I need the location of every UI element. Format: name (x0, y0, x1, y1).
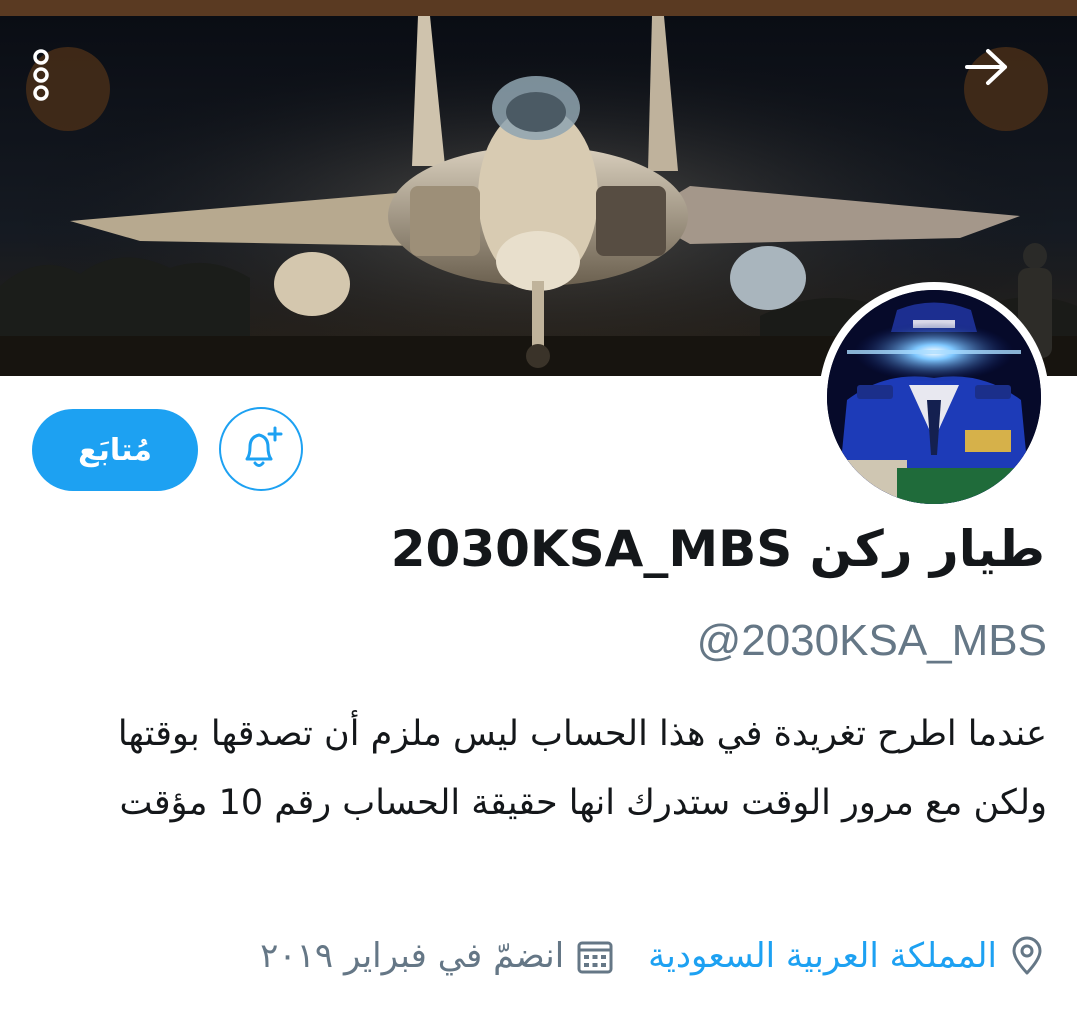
avatar-image (827, 290, 1041, 504)
display-name: طيار ركن 2030KSA_MBS (390, 520, 1045, 578)
arrow-right-icon (965, 49, 1007, 85)
notifications-button[interactable] (219, 407, 303, 491)
joined-date: انضمّ في فبراير ٢٠١٩ (260, 936, 565, 976)
handle: @2030KSA_MBS (696, 616, 1047, 665)
location-link[interactable]: المملكة العربية السعودية (648, 936, 997, 976)
top-strip (0, 0, 1077, 16)
more-options-button[interactable] (26, 47, 110, 131)
profile-meta: المملكة العربية السعودية انضمّ في فبراير… (260, 936, 1045, 976)
back-button[interactable] (964, 47, 1048, 131)
bio: عندما اطرح تغريدة في هذا الحساب ليس ملزم… (117, 714, 1047, 823)
more-vertical-icon (33, 49, 49, 101)
following-button[interactable]: مُتابَع (32, 409, 198, 491)
avatar[interactable] (819, 282, 1049, 512)
bell-plus-icon (245, 426, 283, 467)
calendar-icon (576, 937, 614, 975)
location-pin-icon (1009, 936, 1045, 976)
